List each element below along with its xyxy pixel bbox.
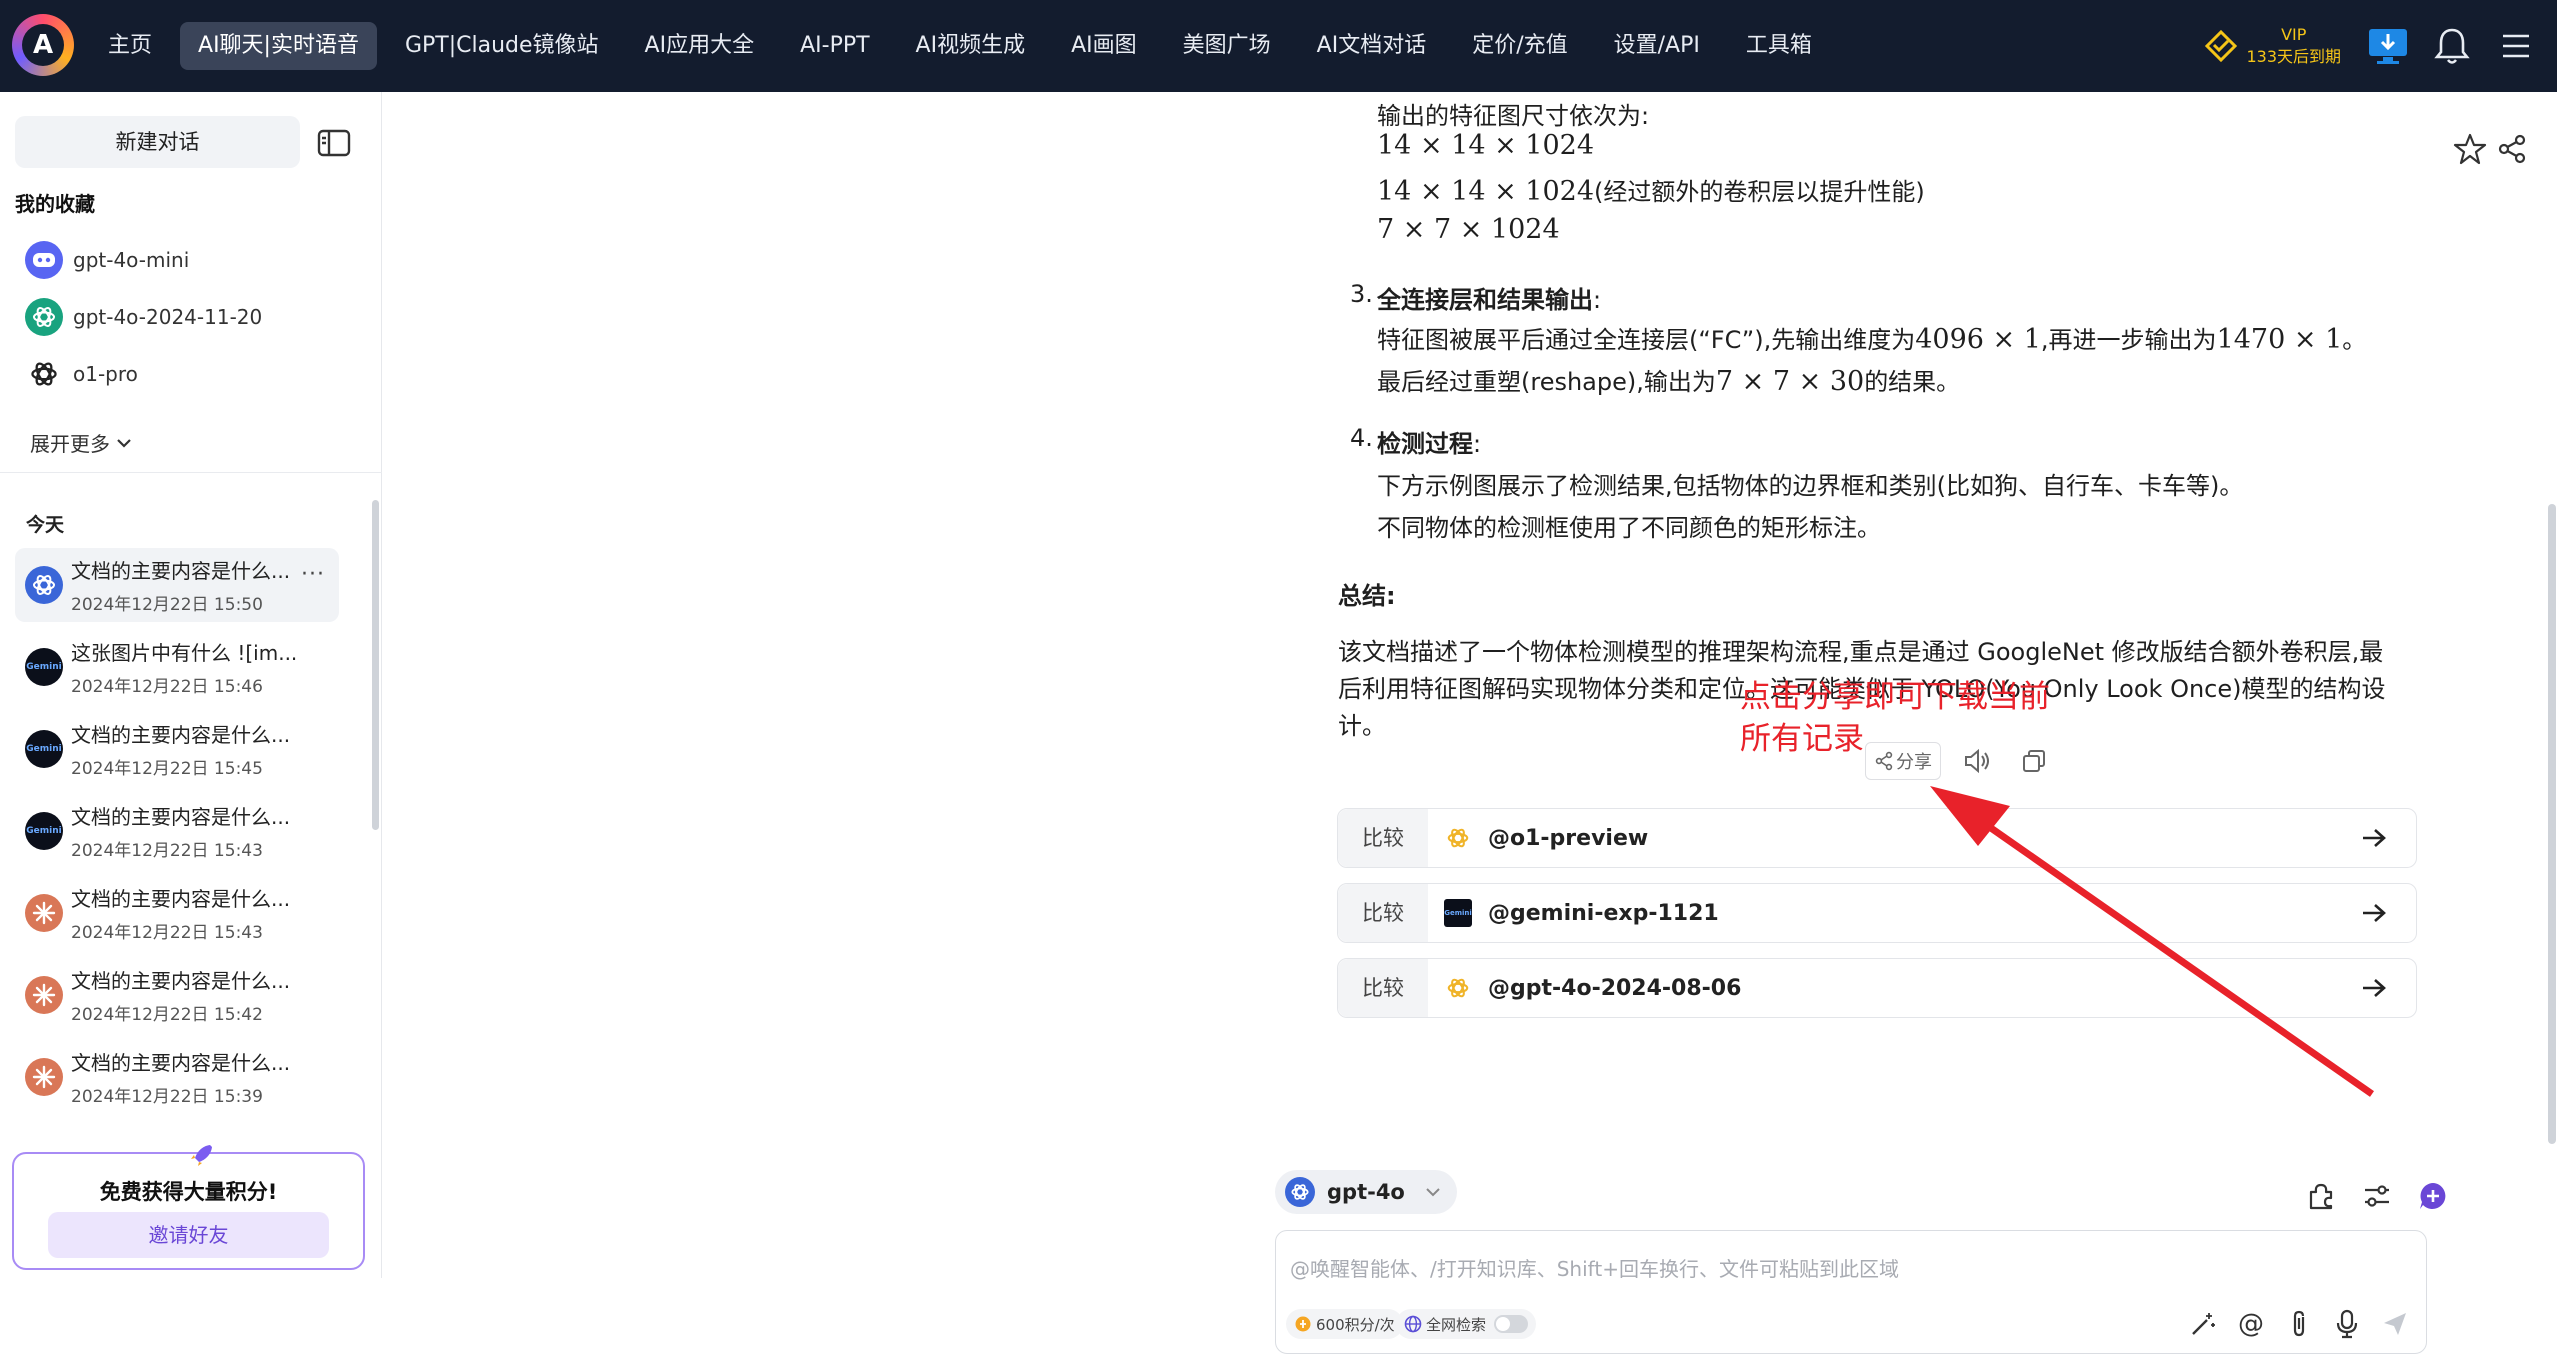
microphone-icon[interactable] xyxy=(2330,1307,2364,1341)
annotation-arrow-layer xyxy=(1930,786,2375,1097)
points-badge: 600积分/次 xyxy=(1286,1309,1403,1339)
magic-wand-icon[interactable] xyxy=(2186,1307,2220,1341)
attachment-icon[interactable] xyxy=(2282,1307,2316,1341)
mention-icon[interactable]: @ xyxy=(2234,1307,2268,1341)
annotation-text: 点击分享即可下载当前所有记录 xyxy=(1740,679,2050,757)
web-search-toggle[interactable]: 全网检索 xyxy=(1396,1309,1537,1339)
web-search-label: 全网检索 xyxy=(1426,1315,1487,1334)
send-icon[interactable] xyxy=(2378,1307,2412,1341)
web-search-switch[interactable] xyxy=(1494,1315,1529,1333)
globe-icon xyxy=(1404,1315,1422,1333)
annotation-arrow xyxy=(1930,786,2375,1097)
input-tools: @ xyxy=(2172,1307,2412,1341)
coin-icon xyxy=(1295,1316,1311,1332)
points-label: 600积分/次 xyxy=(1316,1315,1395,1334)
